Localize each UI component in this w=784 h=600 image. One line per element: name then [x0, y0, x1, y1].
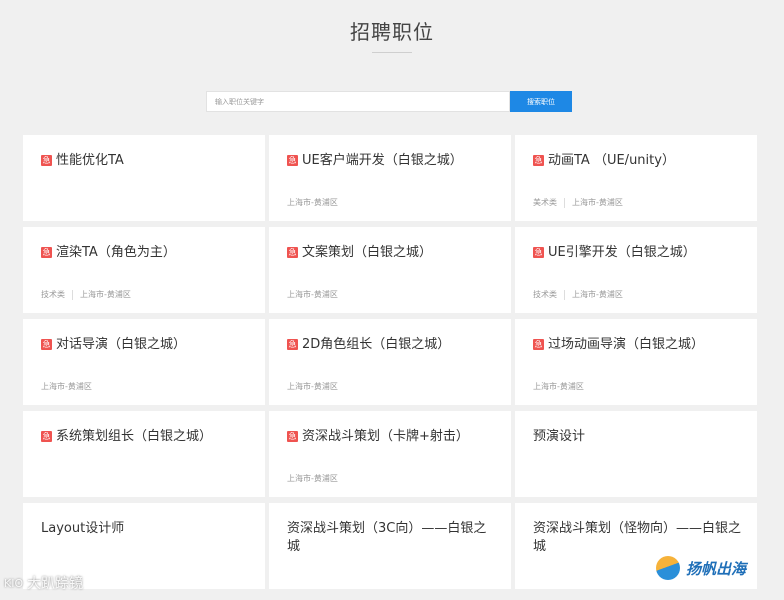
job-title[interactable]: 急 2D角色组长（白银之城）	[287, 336, 495, 354]
page-title: 招聘职位	[350, 20, 434, 44]
job-card[interactable]: 急系统策划组长（白银之城）	[23, 411, 265, 497]
job-title[interactable]: 急对话导演（白银之城）	[41, 336, 249, 354]
job-title[interactable]: 资深战斗策划（3C向）——白银之城	[287, 520, 495, 556]
watermark-left: KIO 大趴踪镜	[4, 573, 83, 593]
job-title-text: 渲染TA（角色为主）	[56, 245, 176, 260]
job-title[interactable]: 急渲染TA（角色为主）	[41, 244, 249, 262]
search-button[interactable]: 搜索职位	[510, 91, 572, 112]
job-meta: 上海市-黄浦区	[287, 473, 338, 484]
job-location: 上海市-黄浦区	[287, 382, 338, 391]
meta-divider	[564, 197, 565, 208]
watermark-right: 扬帆出海	[656, 556, 746, 580]
meta-divider	[564, 289, 565, 300]
job-title-text: 预演设计	[533, 429, 586, 444]
meta-divider	[72, 289, 73, 300]
job-meta: 技术类 上海市-黄浦区	[533, 289, 623, 300]
job-title[interactable]: 资深战斗策划（怪物向）——白银之城	[533, 520, 741, 556]
urgent-icon: 急	[287, 155, 298, 166]
job-card[interactable]: 急过场动画导演（白银之城） 上海市-黄浦区	[515, 319, 757, 405]
job-title[interactable]: 预演设计	[533, 428, 741, 446]
job-card[interactable]: 急资深战斗策划（卡牌+射击） 上海市-黄浦区	[269, 411, 511, 497]
job-meta: 技术类 上海市-黄浦区	[41, 289, 131, 300]
urgent-icon: 急	[533, 247, 544, 258]
job-location: 上海市-黄浦区	[287, 474, 338, 483]
job-card[interactable]: 资深战斗策划（3C向）——白银之城	[269, 503, 511, 589]
job-card[interactable]: 预演设计	[515, 411, 757, 497]
watermark-logo-icon: KIO	[4, 576, 24, 590]
job-title-text: UE引擎开发（白银之城）	[548, 245, 696, 260]
job-card[interactable]: 急 2D角色组长（白银之城） 上海市-黄浦区	[269, 319, 511, 405]
job-location: 上海市-黄浦区	[572, 198, 623, 207]
job-title[interactable]: 急 UE引擎开发（白银之城）	[533, 244, 741, 262]
urgent-icon: 急	[41, 431, 52, 442]
search-input[interactable]	[206, 91, 510, 112]
job-meta: 上海市-黄浦区	[287, 289, 338, 300]
urgent-icon: 急	[287, 339, 298, 350]
job-title[interactable]: 急资深战斗策划（卡牌+射击）	[287, 428, 495, 446]
job-location: 上海市-黄浦区	[287, 290, 338, 299]
job-title[interactable]: Layout设计师	[41, 520, 249, 538]
job-title-text: Layout设计师	[41, 521, 125, 536]
urgent-icon: 急	[287, 247, 298, 258]
job-title-text: 性能优化TA	[56, 153, 124, 168]
job-location: 上海市-黄浦区	[80, 290, 131, 299]
job-meta: 美术类 上海市-黄浦区	[533, 197, 623, 208]
urgent-icon: 急	[41, 339, 52, 350]
job-title-text: 资深战斗策划（卡牌+射击）	[302, 429, 469, 444]
job-category: 美术类	[533, 198, 557, 207]
job-category: 技术类	[533, 290, 557, 299]
job-title-text: 系统策划组长（白银之城）	[56, 429, 213, 444]
watermark-right-text: 扬帆出海	[686, 559, 747, 578]
job-title[interactable]: 急系统策划组长（白银之城）	[41, 428, 249, 446]
job-title-text: 过场动画导演（白银之城）	[548, 337, 705, 352]
job-card[interactable]: 急性能优化TA	[23, 135, 265, 221]
job-title-text: 资深战斗策划（3C向）——白银之城	[287, 521, 487, 554]
job-location: 上海市-黄浦区	[41, 382, 92, 391]
job-title[interactable]: 急动画TA （UE/unity）	[533, 152, 741, 170]
job-title-text: 2D角色组长（白银之城）	[302, 337, 451, 352]
job-category: 技术类	[41, 290, 65, 299]
job-title-text: 动画TA （UE/unity）	[548, 153, 675, 168]
urgent-icon: 急	[41, 155, 52, 166]
job-meta: 上海市-黄浦区	[287, 381, 338, 392]
job-card[interactable]: 急渲染TA（角色为主） 技术类 上海市-黄浦区	[23, 227, 265, 313]
job-card[interactable]: 急 UE引擎开发（白银之城） 技术类 上海市-黄浦区	[515, 227, 757, 313]
search-bar: 搜索职位	[206, 91, 572, 112]
job-meta: 上海市-黄浦区	[41, 381, 92, 392]
job-title-text: 对话导演（白银之城）	[56, 337, 187, 352]
job-card[interactable]: 急文案策划（白银之城） 上海市-黄浦区	[269, 227, 511, 313]
urgent-icon: 急	[41, 247, 52, 258]
urgent-icon: 急	[533, 339, 544, 350]
watermark-left-text: 大趴踪镜	[27, 576, 84, 592]
job-title-text: 资深战斗策划（怪物向）——白银之城	[533, 521, 742, 554]
job-location: 上海市-黄浦区	[287, 198, 338, 207]
urgent-icon: 急	[533, 155, 544, 166]
job-meta: 上海市-黄浦区	[287, 197, 338, 208]
job-location: 上海市-黄浦区	[533, 382, 584, 391]
job-title[interactable]: 急性能优化TA	[41, 152, 249, 170]
job-card[interactable]: 急动画TA （UE/unity） 美术类 上海市-黄浦区	[515, 135, 757, 221]
urgent-icon: 急	[287, 431, 298, 442]
sail-logo-icon	[656, 556, 680, 580]
job-title-text: UE客户端开发（白银之城）	[302, 153, 463, 168]
job-card[interactable]: 急对话导演（白银之城） 上海市-黄浦区	[23, 319, 265, 405]
job-meta: 上海市-黄浦区	[533, 381, 584, 392]
job-title[interactable]: 急文案策划（白银之城）	[287, 244, 495, 262]
job-card[interactable]: 急 UE客户端开发（白银之城） 上海市-黄浦区	[269, 135, 511, 221]
job-grid: 急性能优化TA 急 UE客户端开发（白银之城） 上海市-黄浦区急动画TA （UE/un…	[23, 135, 757, 589]
job-title-text: 文案策划（白银之城）	[302, 245, 433, 260]
job-location: 上海市-黄浦区	[572, 290, 623, 299]
title-underline	[372, 52, 412, 53]
job-title[interactable]: 急过场动画导演（白银之城）	[533, 336, 741, 354]
job-title[interactable]: 急 UE客户端开发（白银之城）	[287, 152, 495, 170]
